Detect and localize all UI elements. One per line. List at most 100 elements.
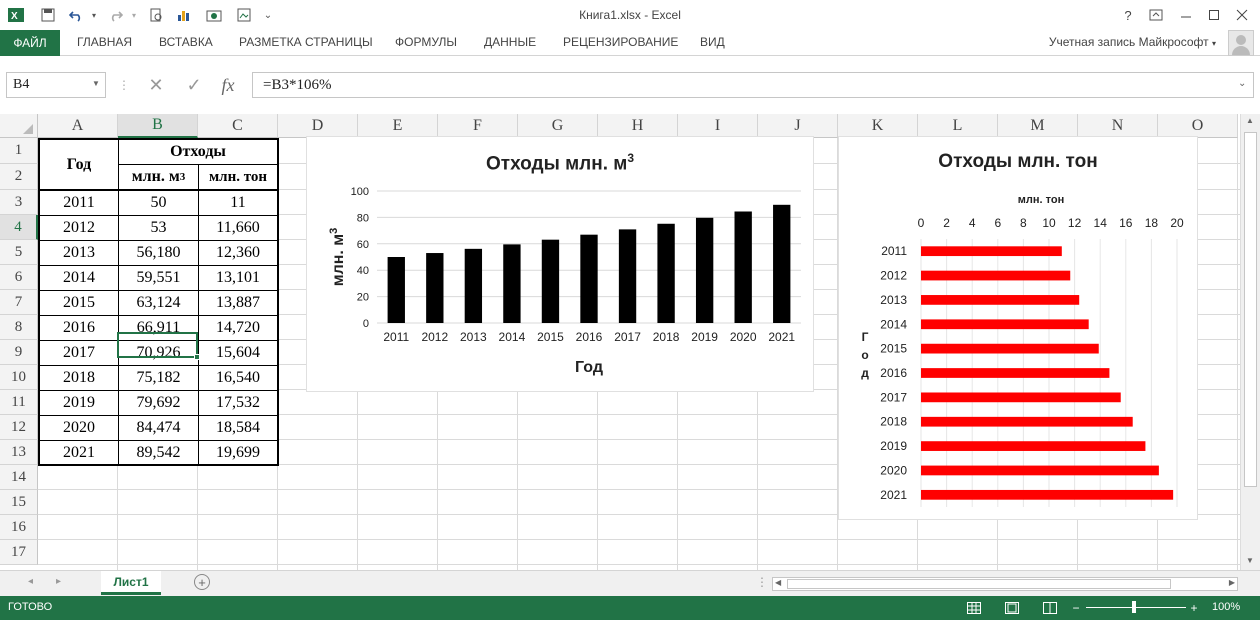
tab-review[interactable]: РЕЦЕНЗИРОВАНИЕ	[563, 35, 678, 49]
table-cell[interactable]: 19,699	[198, 440, 279, 466]
scroll-up-icon[interactable]: ▲	[1246, 116, 1254, 125]
row-header-13[interactable]: 13	[0, 440, 38, 465]
column-header-b[interactable]: B	[118, 114, 198, 138]
table-cell[interactable]: 59,551	[118, 265, 199, 291]
minimize-icon[interactable]	[1172, 4, 1200, 26]
horizontal-scrollbar[interactable]: ◀ ▶	[772, 577, 1238, 591]
table-cell[interactable]: 2019	[38, 390, 119, 416]
row-header-16[interactable]: 16	[0, 515, 38, 540]
table-cell[interactable]: 2013	[38, 240, 119, 266]
table-cell[interactable]: 2014	[38, 265, 119, 291]
column-header-e[interactable]: E	[358, 114, 438, 138]
column-header-h[interactable]: H	[598, 114, 678, 138]
column-header-f[interactable]: F	[438, 114, 518, 138]
table-cell[interactable]: 2017	[38, 340, 119, 366]
chart2-bar-2015[interactable]	[921, 343, 1099, 354]
row-header-11[interactable]: 11	[0, 390, 38, 415]
chart2-bar-2017[interactable]	[921, 392, 1121, 403]
normal-view-icon[interactable]	[966, 600, 982, 616]
fill-handle[interactable]	[194, 354, 200, 360]
chart-waste-m3[interactable]: Отходы млн. м3 0 20 40 60 80 100 2011 2012 2013 2…	[306, 136, 814, 392]
name-box-dropdown-icon[interactable]: ▼	[92, 79, 100, 88]
table-cell[interactable]: 2018	[38, 365, 119, 391]
row-header-9[interactable]: 9	[0, 340, 38, 365]
select-all-corner[interactable]	[0, 114, 38, 138]
chart1-bar-2018[interactable]	[657, 223, 675, 323]
ribbon-display-options-icon[interactable]	[1142, 4, 1170, 26]
enter-icon[interactable]: ✓	[182, 74, 206, 96]
zoom-slider-thumb[interactable]	[1132, 601, 1136, 613]
row-header-8[interactable]: 8	[0, 315, 38, 340]
help-icon[interactable]: ?	[1114, 4, 1142, 26]
chart1-bar-2013[interactable]	[464, 248, 483, 323]
column-header-i[interactable]: I	[678, 114, 758, 138]
chart2-bar-2021[interactable]	[921, 489, 1174, 500]
row-header-1[interactable]: 1	[0, 138, 38, 164]
row-header-17[interactable]: 17	[0, 540, 38, 565]
tab-view[interactable]: ВИД	[700, 35, 725, 49]
table-cell[interactable]: 84,474	[118, 415, 199, 441]
add-sheet-icon[interactable]: +	[194, 574, 210, 590]
table-cell[interactable]: 2011	[38, 190, 119, 216]
cancel-icon[interactable]: ✕	[144, 74, 168, 96]
worksheet-grid[interactable]: ABCDEFGHIJKLMNO 1 2 3 4 5 6 7 8 9 10 11 12 13 14 15 16 1…	[0, 114, 1240, 570]
table-cell[interactable]: 2021	[38, 440, 119, 466]
scroll-right-icon[interactable]: ▶	[1229, 578, 1235, 587]
chart2-bar-2014[interactable]	[921, 319, 1089, 330]
scroll-left-icon[interactable]: ◀	[775, 578, 781, 587]
column-header-a[interactable]: A	[38, 114, 118, 138]
table-cell[interactable]: 79,692	[118, 390, 199, 416]
maximize-icon[interactable]	[1200, 4, 1228, 26]
column-header-j[interactable]: J	[758, 114, 838, 138]
table-cell[interactable]: 56,180	[118, 240, 199, 266]
zoom-slider-track[interactable]	[1086, 607, 1186, 608]
chart2-bar-2020[interactable]	[921, 465, 1159, 476]
tab-split-handle-icon[interactable]: ⋮	[756, 575, 768, 589]
chart1-bar-2017[interactable]	[618, 229, 637, 323]
insert-function-icon[interactable]: fx	[216, 74, 240, 96]
table-cell[interactable]: 15,604	[198, 340, 279, 366]
row-header-3[interactable]: 3	[0, 190, 38, 215]
table-cell[interactable]: 11	[198, 190, 279, 216]
column-header-m[interactable]: M	[998, 114, 1078, 138]
chart2-bar-2016[interactable]	[921, 368, 1110, 378]
tab-home[interactable]: ГЛАВНАЯ	[77, 35, 132, 49]
page-layout-view-icon[interactable]	[1004, 600, 1020, 616]
chart1-bar-2020[interactable]	[734, 211, 752, 323]
chart-waste-ton[interactable]: Отходы млн. тон 0 2 4 6 8 10 12 14 16 18 20 2011 201…	[838, 136, 1198, 520]
vertical-scroll-thumb[interactable]	[1244, 132, 1257, 487]
zoom-in-icon[interactable]: +	[1186, 600, 1202, 616]
table-cell[interactable]: 14,720	[198, 315, 279, 341]
table-cell[interactable]: 16,540	[198, 365, 279, 391]
chart2-bar-2018[interactable]	[921, 416, 1133, 427]
zoom-level[interactable]: 100%	[1212, 601, 1240, 613]
expand-formula-bar-icon[interactable]: ⌄	[1238, 78, 1246, 89]
column-header-k[interactable]: K	[838, 114, 918, 138]
page-break-preview-icon[interactable]	[1042, 600, 1058, 616]
table-cell[interactable]: 17,532	[198, 390, 279, 416]
chart1-bar-2015[interactable]	[541, 239, 560, 323]
horizontal-scroll-thumb[interactable]	[787, 579, 1171, 589]
avatar[interactable]	[1228, 30, 1254, 56]
tab-file[interactable]: ФАЙЛ	[0, 30, 60, 56]
tab-data[interactable]: ДАННЫЕ	[484, 35, 536, 49]
header-ton[interactable]: млн. тон	[198, 164, 279, 191]
row-header-12[interactable]: 12	[0, 415, 38, 440]
chart2-bar-2011[interactable]	[921, 246, 1062, 257]
zoom-out-icon[interactable]: −	[1068, 600, 1084, 616]
table-cell[interactable]: 2015	[38, 290, 119, 316]
table-cell[interactable]: 50	[118, 190, 199, 216]
chart1-bar-2019[interactable]	[695, 217, 714, 323]
chart1-bar-2011[interactable]	[387, 257, 405, 323]
formula-input[interactable]: =B3*106%	[252, 72, 1254, 98]
chart2-bar-2012[interactable]	[921, 270, 1071, 281]
column-header-o[interactable]: O	[1158, 114, 1238, 138]
table-cell[interactable]: 12,360	[198, 240, 279, 266]
table-cell[interactable]: 63,124	[118, 290, 199, 316]
column-header-d[interactable]: D	[278, 114, 358, 138]
header-waste[interactable]: Отходы	[118, 138, 279, 165]
tab-insert[interactable]: ВСТАВКА	[159, 35, 213, 49]
row-header-10[interactable]: 10	[0, 365, 38, 390]
header-m3[interactable]: млн. м3	[118, 164, 199, 191]
column-header-l[interactable]: L	[918, 114, 998, 138]
